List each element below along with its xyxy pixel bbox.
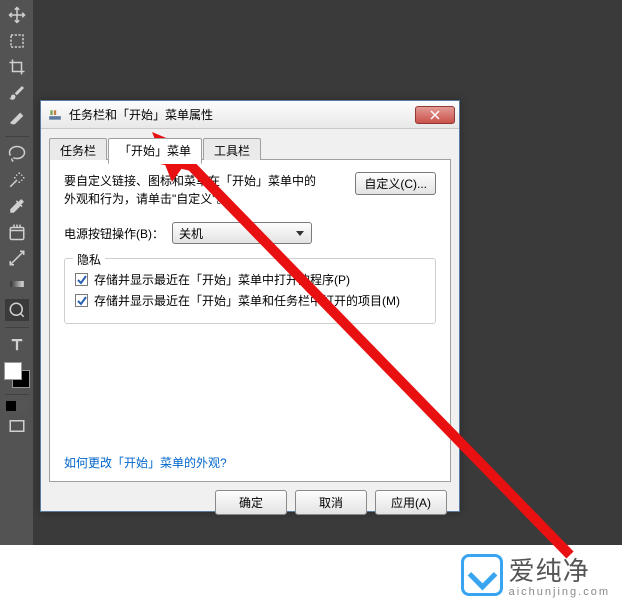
power-action-combo[interactable]: 关机	[172, 222, 312, 244]
watermark: 爱纯净 aichunjing.com	[461, 551, 610, 598]
move-tool-icon[interactable]	[5, 4, 29, 26]
watermark-badge-icon	[461, 554, 503, 596]
tab-strip: 任务栏 「开始」菜单 工具栏	[49, 137, 451, 160]
wand-tool-icon[interactable]	[5, 169, 29, 191]
crop-tool-icon[interactable]	[5, 56, 29, 78]
privacy-legend: 隐私	[73, 251, 105, 268]
window-icon	[47, 107, 63, 123]
titlebar[interactable]: 任务栏和「开始」菜单属性	[41, 101, 459, 129]
eraser-tool-icon[interactable]	[5, 108, 29, 130]
fg-color-swatch[interactable]	[4, 362, 22, 380]
watermark-domain: aichunjing.com	[509, 586, 610, 598]
watermark-text: 爱纯净	[509, 551, 610, 588]
screen-mode-icon[interactable]	[5, 415, 29, 437]
tool-palette	[0, 0, 33, 545]
measure-tool-icon[interactable]	[5, 247, 29, 269]
gradient-tool-icon[interactable]	[5, 273, 29, 295]
description-text: 要自定义链接、图标和菜单在「开始」菜单中的外观和行为，请单击"自定义"。	[64, 172, 324, 208]
store-items-label: 存储并显示最近在「开始」菜单和任务栏中打开的项目(M)	[94, 292, 400, 309]
dodge-tool-icon[interactable]	[5, 299, 29, 321]
store-programs-checkbox[interactable]	[75, 273, 88, 286]
store-programs-label: 存储并显示最近在「开始」菜单中打开的程序(P)	[94, 271, 350, 288]
tab-startmenu[interactable]: 「开始」菜单	[108, 138, 202, 164]
color-swatches[interactable]	[4, 362, 30, 388]
healing-tool-icon[interactable]	[5, 221, 29, 243]
separator	[5, 394, 29, 395]
help-link[interactable]: 如何更改「开始」菜单的外观?	[64, 454, 227, 471]
marquee-tool-icon[interactable]	[5, 30, 29, 52]
tab-content: 要自定义链接、图标和菜单在「开始」菜单中的外观和行为，请单击"自定义"。 自定义…	[49, 160, 451, 482]
brush-tool-icon[interactable]	[5, 82, 29, 104]
type-tool-icon[interactable]	[5, 334, 29, 356]
close-button[interactable]	[415, 106, 455, 124]
cancel-button[interactable]: 取消	[295, 490, 367, 515]
customize-button[interactable]: 自定义(C)...	[355, 172, 436, 195]
power-action-value: 关机	[179, 225, 203, 242]
mask-mode-icons[interactable]	[6, 401, 27, 411]
separator	[5, 136, 29, 137]
store-items-checkbox[interactable]	[75, 294, 88, 307]
taskbar-properties-dialog: 任务栏和「开始」菜单属性 任务栏 「开始」菜单 工具栏 要自定义链接、图标和菜单…	[40, 100, 460, 512]
ok-button[interactable]: 确定	[215, 490, 287, 515]
dialog-title: 任务栏和「开始」菜单属性	[69, 106, 415, 123]
eyedropper-tool-icon[interactable]	[5, 195, 29, 217]
separator	[5, 327, 29, 328]
lasso-tool-icon[interactable]	[5, 143, 29, 165]
power-action-label: 电源按钮操作(B)：	[64, 225, 164, 242]
privacy-group: 隐私 存储并显示最近在「开始」菜单中打开的程序(P) 存储并显示最近在「开始」菜…	[64, 258, 436, 324]
apply-button[interactable]: 应用(A)	[375, 490, 447, 515]
button-bar: 确定 取消 应用(A)	[41, 490, 459, 527]
